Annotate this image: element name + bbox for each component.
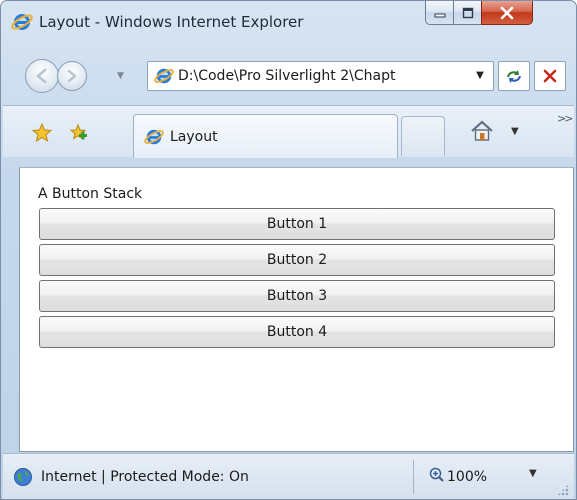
home-dropdown[interactable]: ▼ <box>511 126 519 137</box>
globe-icon <box>13 467 33 487</box>
button-3[interactable]: Button 3 <box>39 280 555 312</box>
tab-ie-icon <box>144 127 164 147</box>
address-dropdown[interactable]: ▼ <box>471 62 489 90</box>
back-button[interactable] <box>25 59 59 93</box>
stop-icon <box>543 69 557 83</box>
minimize-icon <box>434 13 445 17</box>
close-button[interactable] <box>481 1 533 25</box>
page-ie-icon <box>154 66 174 86</box>
zoom-dropdown[interactable]: ▼ <box>529 468 537 479</box>
back-arrow-icon <box>36 68 47 84</box>
browser-window: Layout - Windows Internet Explorer ▼ D:\… <box>0 0 577 500</box>
maximize-button[interactable] <box>453 1 481 25</box>
navigation-bar: ▼ D:\Code\Pro Silverlight 2\Chapt ▼ <box>1 53 576 99</box>
tab-bar: Layout ▼ >> <box>3 105 574 158</box>
tab-label: Layout <box>170 129 218 145</box>
home-button[interactable] <box>469 118 495 144</box>
title-bar[interactable]: Layout - Windows Internet Explorer <box>1 1 576 53</box>
zoom-level[interactable]: 100% <box>447 466 487 488</box>
security-zone-status[interactable]: Internet | Protected Mode: On <box>41 466 249 488</box>
forward-arrow-icon <box>67 69 77 83</box>
stack-label: A Button Stack <box>38 186 143 202</box>
refresh-icon <box>507 70 521 83</box>
window-title: Layout - Windows Internet Explorer <box>39 13 304 31</box>
button-2[interactable]: Button 2 <box>39 244 555 276</box>
star-icon <box>31 122 53 143</box>
recent-pages-dropdown[interactable]: ▼ <box>117 71 127 81</box>
status-bar: Internet | Protected Mode: On 100% ▼ <box>3 453 574 499</box>
home-icon <box>471 120 493 141</box>
address-bar[interactable]: D:\Code\Pro Silverlight 2\Chapt ▼ <box>147 61 494 91</box>
close-icon <box>500 6 514 19</box>
forward-button[interactable] <box>57 61 87 91</box>
more-tools-chevron-icon[interactable]: >> <box>557 112 574 125</box>
button-1[interactable]: Button 1 <box>39 208 555 240</box>
add-favorite-button[interactable] <box>67 122 89 144</box>
new-tab-button[interactable] <box>401 116 445 156</box>
address-input[interactable]: D:\Code\Pro Silverlight 2\Chapt <box>178 62 463 90</box>
add-favorite-icon <box>69 123 87 140</box>
minimize-button[interactable] <box>425 1 453 25</box>
button-4[interactable]: Button 4 <box>39 316 555 348</box>
stop-button[interactable] <box>534 61 566 91</box>
status-divider <box>413 460 414 494</box>
maximize-icon <box>462 7 473 18</box>
resize-grip[interactable] <box>557 484 569 496</box>
refresh-button[interactable] <box>498 61 530 91</box>
caption-buttons <box>425 1 566 25</box>
ie-icon <box>11 11 33 33</box>
favorites-button[interactable] <box>31 122 53 144</box>
zoom-icon[interactable] <box>429 467 445 483</box>
page-content: A Button Stack Button 1 Button 2 Button … <box>19 167 574 452</box>
tab-layout[interactable]: Layout <box>133 114 398 158</box>
